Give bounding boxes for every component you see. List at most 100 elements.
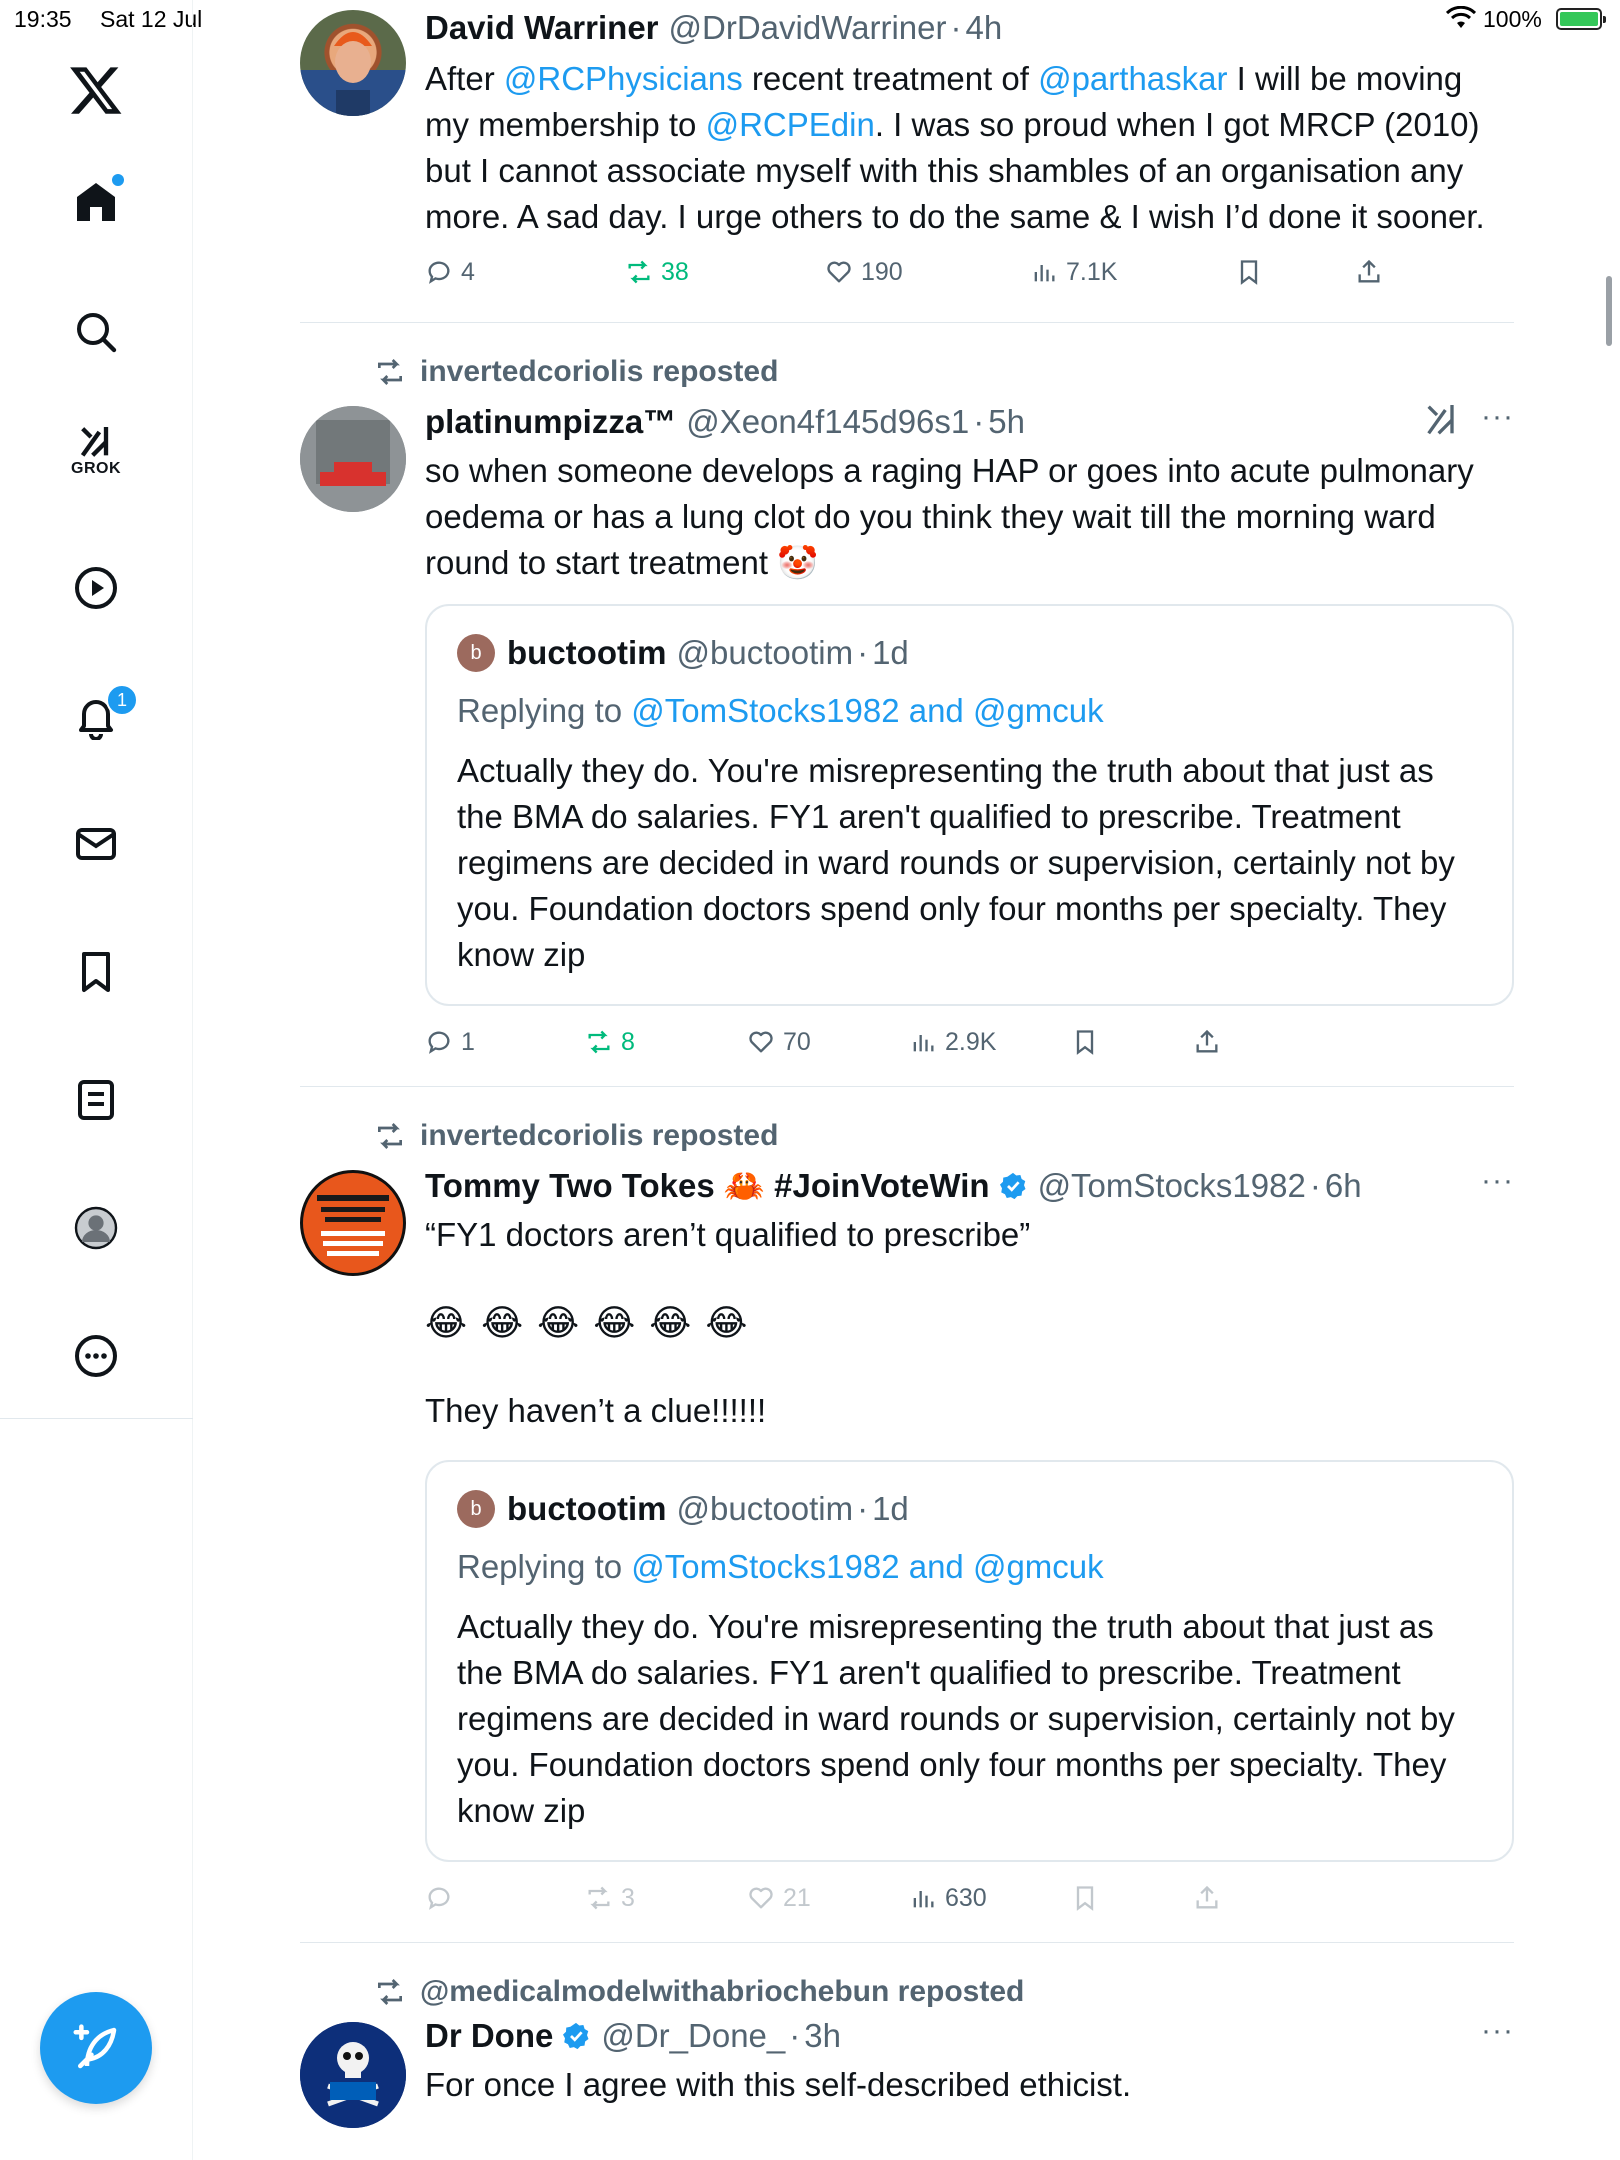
mention-link[interactable]: @parthaskar	[1038, 60, 1227, 97]
reply-button[interactable]	[425, 1876, 461, 1920]
bookmark-icon[interactable]	[66, 942, 126, 1002]
dot-separator: ·	[789, 2017, 801, 2054]
replying-to-mentions[interactable]: @TomStocks1982 and @gmcuk	[631, 1548, 1103, 1585]
more-options-icon[interactable]: ···	[1481, 2014, 1514, 2048]
share-button[interactable]	[1355, 250, 1391, 294]
replying-to-mentions[interactable]: @TomStocks1982 and @gmcuk	[631, 692, 1103, 729]
like-button[interactable]: 21	[747, 1876, 811, 1920]
dot-separator: ·	[1309, 1167, 1321, 1204]
display-name[interactable]: David Warriner	[425, 6, 659, 50]
sidebar: GROK 1	[0, 0, 193, 2160]
repost-attribution[interactable]: invertedcoriolis reposted	[374, 352, 778, 392]
avatar[interactable]	[300, 406, 406, 512]
tweet-divider	[300, 1942, 1514, 1943]
bookmark-button[interactable]	[1071, 1020, 1107, 1064]
repost-count: 38	[661, 257, 689, 286]
timestamp[interactable]: 5h	[988, 400, 1025, 444]
like-count: 190	[861, 257, 903, 286]
repost-by: invertedcoriolis reposted	[420, 355, 779, 388]
share-button[interactable]	[1193, 1876, 1229, 1920]
repost-count: 8	[621, 1027, 635, 1056]
grok-icon[interactable]: GROK	[66, 420, 126, 480]
mention-link[interactable]: @RCPEdin	[706, 106, 875, 143]
share-button[interactable]	[1193, 1020, 1229, 1064]
quoted-tweet[interactable]: b buctootim @buctootim · 1d Replying to …	[425, 1460, 1514, 1862]
more-options-icon[interactable]: ···	[1481, 1164, 1514, 1198]
repost-by: @medicalmodelwithabriochebun reposted	[420, 1975, 1025, 2008]
reply-button[interactable]: 4	[425, 250, 475, 294]
x-logo-icon[interactable]	[66, 60, 126, 120]
repost-button[interactable]: 3	[585, 1876, 635, 1920]
display-name[interactable]: Dr Done	[425, 2014, 553, 2058]
tweet-text: For once I agree with this self-describe…	[425, 2066, 1132, 2103]
battery-icon	[1556, 8, 1606, 30]
handle[interactable]: @TomStocks1982	[1038, 1164, 1306, 1208]
tweet-divider	[300, 1086, 1514, 1087]
views-button[interactable]: 630	[909, 1876, 987, 1920]
repost-icon	[588, 1886, 610, 1910]
home-icon[interactable]	[66, 172, 126, 232]
views-icon	[1034, 265, 1055, 282]
repost-button[interactable]: 8	[585, 1020, 635, 1064]
like-button[interactable]: 70	[747, 1020, 811, 1064]
quoted-tweet[interactable]: b buctootim @buctootim · 1d Replying to …	[425, 604, 1514, 1006]
reply-icon	[428, 1031, 450, 1054]
quote-header: b buctootim @buctootim · 1d	[457, 1490, 909, 1528]
repost-button[interactable]: 38	[625, 250, 689, 294]
display-name[interactable]: Tommy Two Tokes 🦀 #JoinVoteWin	[425, 1164, 990, 1208]
compose-icon	[73, 2024, 117, 2069]
replying-label: Replying to	[457, 692, 632, 729]
reply-icon	[428, 261, 450, 284]
handle[interactable]: @Xeon4f145d96s1	[686, 400, 969, 444]
avatar[interactable]	[300, 2022, 406, 2128]
like-count: 70	[783, 1027, 811, 1056]
views-button[interactable]: 2.9K	[909, 1020, 996, 1064]
dot-separator: ·	[950, 9, 962, 46]
bookmark-button[interactable]	[1071, 1876, 1107, 1920]
tweet-text: so when someone develops a raging HAP or…	[425, 452, 1474, 581]
video-icon[interactable]	[66, 558, 126, 618]
views-button[interactable]: 7.1K	[1030, 250, 1117, 294]
repost-count: 3	[621, 1883, 635, 1912]
emoji-line: 😂😂😂😂😂😂	[425, 1302, 762, 1343]
compose-button[interactable]	[40, 1992, 152, 2104]
mention-link[interactable]: @RCPhysicians	[504, 60, 743, 97]
grok-explain-icon[interactable]	[1422, 400, 1462, 445]
list-icon[interactable]	[66, 1070, 126, 1130]
timestamp[interactable]: 6h	[1325, 1164, 1362, 1208]
reply-count: 4	[461, 257, 475, 286]
tweet-text: After @RCPhysicians recent treatment of …	[425, 56, 1514, 240]
bell-icon[interactable]: 1	[66, 684, 138, 746]
handle[interactable]: @DrDavidWarriner	[669, 6, 947, 50]
verified-badge-icon	[998, 1171, 1028, 1201]
tweet-header: Dr Done @Dr_Done_ · 3h	[425, 2014, 1514, 2058]
mail-icon[interactable]	[66, 814, 126, 874]
tweet-actions: 4 38 190 7.1K	[425, 250, 1385, 294]
search-icon[interactable]	[66, 302, 126, 362]
scrollbar-thumb[interactable]	[1606, 276, 1612, 346]
display-name[interactable]: platinumpizza™	[425, 400, 676, 444]
timestamp[interactable]: 3h	[804, 2014, 841, 2058]
tweet-text-line: They haven’t a clue!!!!!!	[425, 1392, 767, 1429]
repost-icon	[628, 260, 650, 284]
reply-button[interactable]: 1	[425, 1020, 475, 1064]
more-icon[interactable]	[66, 1326, 126, 1386]
like-button[interactable]: 190	[825, 250, 903, 294]
profile-icon[interactable]	[66, 1198, 126, 1258]
tweet-actions: 1 8 70 2.9K	[425, 1020, 1385, 1064]
grok-label: GROK	[71, 460, 121, 477]
views-icon	[913, 1891, 934, 1908]
avatar[interactable]	[300, 1170, 406, 1276]
avatar[interactable]	[300, 10, 406, 116]
quote-avatar: b	[457, 634, 495, 672]
repost-attribution[interactable]: @medicalmodelwithabriochebun reposted	[374, 1972, 1024, 2012]
handle[interactable]: @Dr_Done_	[601, 2014, 785, 2058]
repost-attribution[interactable]: invertedcoriolis reposted	[374, 1116, 778, 1156]
view-count: 630	[945, 1883, 987, 1912]
dot-separator: ·	[857, 634, 869, 671]
quote-timestamp: 1d	[872, 1490, 909, 1527]
timestamp[interactable]: 4h	[966, 6, 1003, 50]
replying-to: Replying to @TomStocks1982 and @gmcuk	[457, 692, 1104, 730]
more-options-icon[interactable]: ···	[1481, 400, 1514, 434]
bookmark-button[interactable]	[1235, 250, 1271, 294]
